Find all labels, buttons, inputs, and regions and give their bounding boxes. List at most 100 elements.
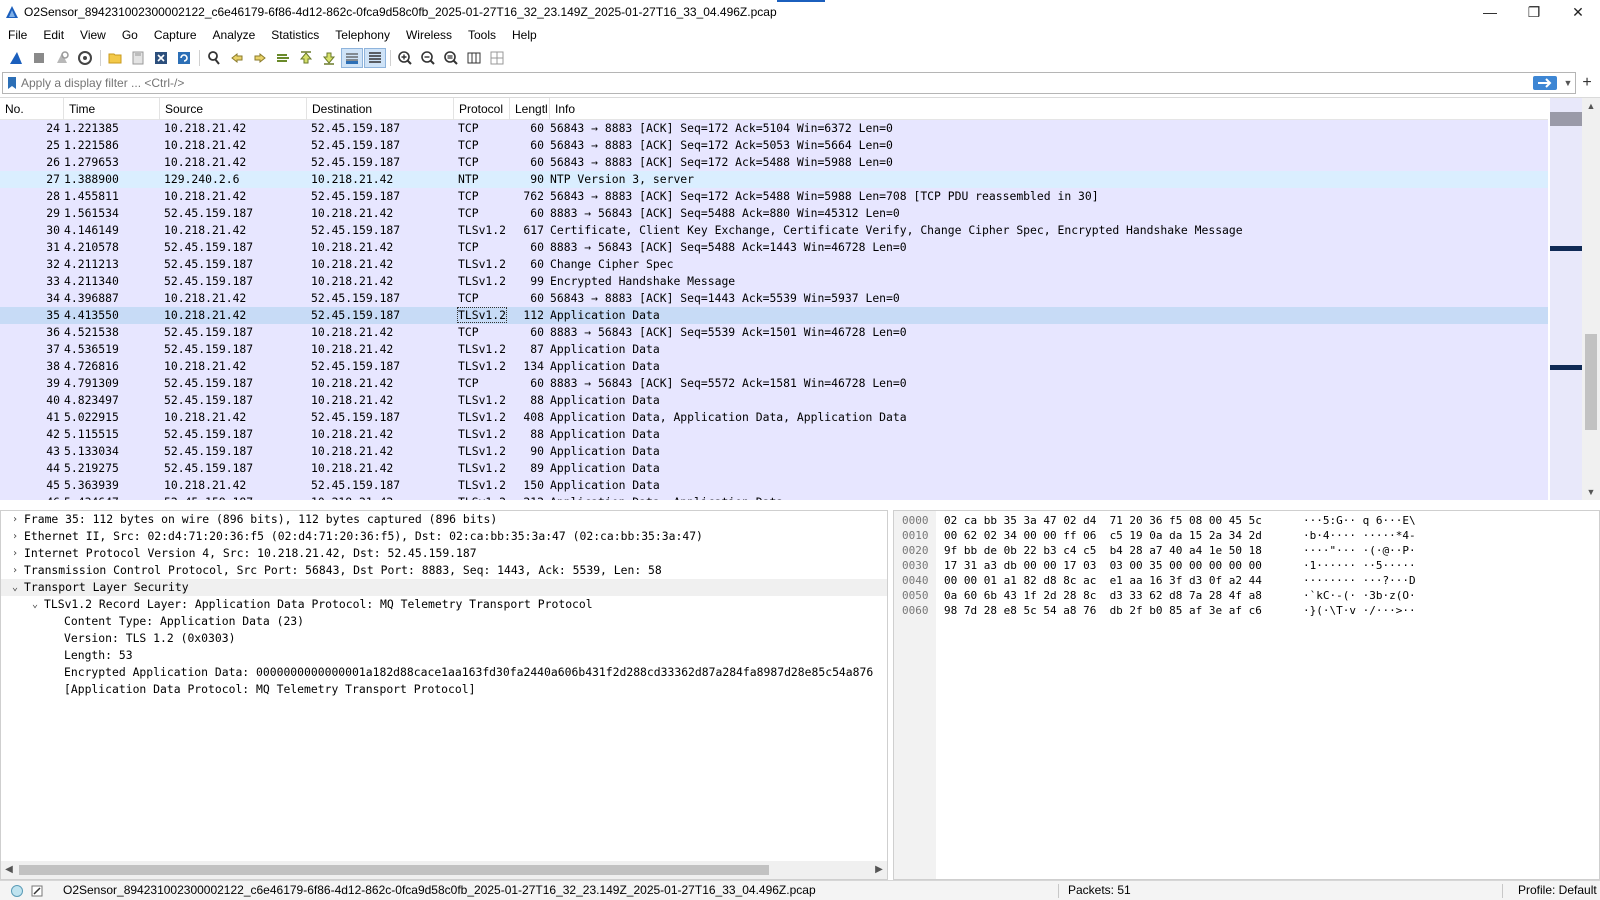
packet-row[interactable]: 33 4.211340 52.45.159.187 10.218.21.42 TLSv1… xyxy=(0,273,1548,290)
go-forward-icon[interactable] xyxy=(249,48,271,68)
menu-go[interactable]: Go xyxy=(114,24,146,46)
packet-row[interactable]: 45 5.363939 10.218.21.42 52.45.159.187 TLSv1… xyxy=(0,477,1548,494)
packet-row[interactable]: 44 5.219275 52.45.159.187 10.218.21.42 TLSv1… xyxy=(0,460,1548,477)
packet-list-scrollbar[interactable]: ▲ ▼ xyxy=(1582,98,1600,500)
packet-row[interactable]: 25 1.221586 10.218.21.42 52.45.159.187 TCP 60… xyxy=(0,137,1548,154)
column-header-destination[interactable]: Destination xyxy=(307,98,454,120)
packet-row[interactable]: 29 1.561534 52.45.159.187 10.218.21.42 TCP 60… xyxy=(0,205,1548,222)
menu-tools[interactable]: Tools xyxy=(460,24,504,46)
menu-help[interactable]: Help xyxy=(504,24,545,46)
add-filter-button[interactable]: + xyxy=(1576,74,1598,92)
save-file-icon[interactable] xyxy=(127,48,149,68)
bytes-hex[interactable]: 00 62 02 34 00 00 ff 06 c5 19 0a da 15 2… xyxy=(944,528,1262,543)
details-tree-row[interactable]: ⌄ TLSv1.2 Record Layer: Application Data … xyxy=(1,596,887,613)
menu-telephony[interactable]: Telephony xyxy=(327,24,398,46)
menu-capture[interactable]: Capture xyxy=(146,24,205,46)
open-file-icon[interactable] xyxy=(104,48,126,68)
menu-file[interactable]: File xyxy=(0,24,35,46)
packet-minimap[interactable] xyxy=(1550,98,1582,500)
close-button[interactable]: ✕ xyxy=(1556,0,1600,24)
go-back-icon[interactable] xyxy=(226,48,248,68)
column-header-time[interactable]: Time xyxy=(64,98,160,120)
restore-button[interactable]: ❐ xyxy=(1512,0,1556,24)
bytes-hex[interactable]: 9f bb de 0b 22 b3 c4 c5 b4 28 a7 40 a4 1… xyxy=(944,543,1262,558)
filter-history-chevron-down-icon[interactable]: ▼ xyxy=(1561,78,1575,88)
bytes-hex[interactable]: 02 ca bb 35 3a 47 02 d4 71 20 36 f5 08 0… xyxy=(944,513,1262,528)
scroll-up-chevron-icon[interactable]: ▲ xyxy=(1582,98,1600,114)
packet-row[interactable]: 28 1.455811 10.218.21.42 52.45.159.187 TCP 76… xyxy=(0,188,1548,205)
menu-edit[interactable]: Edit xyxy=(35,24,72,46)
normal-size-icon[interactable] xyxy=(440,48,462,68)
column-header-protocol[interactable]: Protocol xyxy=(454,98,510,120)
packet-row[interactable]: 465.43464752.45.159.18710.218.21.42 TLSv1… xyxy=(0,494,1548,500)
bytes-ascii[interactable]: ···5:G·· q 6···E\ xyxy=(1303,513,1416,528)
close-file-icon[interactable] xyxy=(150,48,172,68)
packet-row[interactable]: 41 5.022915 10.218.21.42 52.45.159.187 TLSv1… xyxy=(0,409,1548,426)
details-horizontal-scrollbar[interactable]: ◀ ▶ xyxy=(1,861,887,879)
details-tree-row[interactable]: [Application Data Protocol: MQ Telemetry… xyxy=(1,681,887,698)
expand-chevron-right-icon[interactable]: › xyxy=(9,511,21,528)
packet-row[interactable]: 27 1.388900 129.240.2.6 10.218.21.42 NTP 90 NT… xyxy=(0,171,1548,188)
details-tree-row[interactable]: › Internet Protocol Version 4, Src: 10.21… xyxy=(1,545,887,562)
edit-comment-icon[interactable] xyxy=(30,884,44,898)
last-packet-icon[interactable] xyxy=(318,48,340,68)
details-tree-row[interactable]: Version: TLS 1.2 (0x0303) xyxy=(1,630,887,647)
resize-columns-icon[interactable] xyxy=(463,48,485,68)
details-tree-row[interactable]: › Transmission Control Protocol, Src Port… xyxy=(1,562,887,579)
details-tree-row[interactable]: Content Type: Application Data (23) xyxy=(1,613,887,630)
restart-capture-icon[interactable] xyxy=(51,48,73,68)
bytes-ascii[interactable]: ·b·4···· ·····*4- xyxy=(1303,528,1416,543)
first-packet-icon[interactable] xyxy=(295,48,317,68)
reload-file-icon[interactable] xyxy=(173,48,195,68)
details-tree-row[interactable]: Length: 53 xyxy=(1,647,887,664)
layout-icon[interactable] xyxy=(486,48,508,68)
packet-row[interactable]: 34 4.396887 10.218.21.42 52.45.159.187 TCP 60… xyxy=(0,290,1548,307)
expand-chevron-right-icon[interactable]: › xyxy=(9,545,21,562)
expand-chevron-right-icon[interactable]: › xyxy=(9,562,21,579)
packet-row[interactable]: 37 4.536519 52.45.159.187 10.218.21.42 TLSv1… xyxy=(0,341,1548,358)
stop-capture-icon[interactable] xyxy=(28,48,50,68)
zoom-in-icon[interactable] xyxy=(394,48,416,68)
scroll-right-chevron-icon[interactable]: ▶ xyxy=(871,861,887,879)
collapse-chevron-down-icon[interactable]: ⌄ xyxy=(29,596,41,613)
details-tree-row[interactable]: Encrypted Application Data: 000000000000… xyxy=(1,664,887,681)
display-filter-input[interactable] xyxy=(21,74,1533,92)
shark-fin-start-icon[interactable] xyxy=(5,48,27,68)
packet-row[interactable]: 38 4.726816 10.218.21.42 52.45.159.187 TLSv1… xyxy=(0,358,1548,375)
bytes-ascii[interactable]: ········ ···?···D xyxy=(1303,573,1416,588)
status-profile[interactable]: Profile: Default xyxy=(1518,883,1597,897)
find-packet-icon[interactable] xyxy=(203,48,225,68)
colorize-icon[interactable] xyxy=(364,48,386,68)
packet-row[interactable]: 31 4.210578 52.45.159.187 10.218.21.42 TCP 60… xyxy=(0,239,1548,256)
packet-row[interactable]: 32 4.211213 52.45.159.187 10.218.21.42 TLSv1… xyxy=(0,256,1548,273)
scrollbar-thumb[interactable] xyxy=(1585,334,1597,430)
menu-wireless[interactable]: Wireless xyxy=(398,24,460,46)
expand-chevron-right-icon[interactable]: › xyxy=(9,528,21,545)
menu-analyze[interactable]: Analyze xyxy=(205,24,264,46)
scroll-left-chevron-icon[interactable]: ◀ xyxy=(1,861,17,879)
scroll-down-chevron-icon[interactable]: ▼ xyxy=(1582,484,1600,500)
bytes-hex[interactable]: 17 31 a3 db 00 00 17 03 03 00 35 00 00 0… xyxy=(944,558,1262,573)
packet-row[interactable]: 39 4.791309 52.45.159.187 10.218.21.42 TCP 60… xyxy=(0,375,1548,392)
packet-row[interactable]: 24 1.221385 10.218.21.42 52.45.159.187 TCP 60… xyxy=(0,120,1548,137)
column-header-length[interactable]: Lengtl xyxy=(510,98,550,120)
bytes-hex[interactable]: 0a 60 6b 43 1f 2d 28 8c d3 33 62 d8 7a 2… xyxy=(944,588,1262,603)
packet-row[interactable]: 26 1.279653 10.218.21.42 52.45.159.187 TCP 60… xyxy=(0,154,1548,171)
details-tree-row[interactable]: › Frame 35: 112 bytes on wire (896 bits),… xyxy=(1,511,887,528)
packet-row[interactable]: 43 5.133034 52.45.159.187 10.218.21.42 TLSv1… xyxy=(0,443,1548,460)
packet-row[interactable]: 42 5.115515 52.45.159.187 10.218.21.42 TLSv1… xyxy=(0,426,1548,443)
column-header-source[interactable]: Source xyxy=(160,98,307,120)
details-tree-row[interactable]: › Ethernet II, Src: 02:d4:71:20:36:f5 (02… xyxy=(1,528,887,545)
auto-scroll-icon[interactable] xyxy=(341,48,363,68)
scrollbar-thumb[interactable] xyxy=(19,865,769,875)
bytes-ascii[interactable]: ·`kC·-(· ·3b·z(O· xyxy=(1303,588,1416,603)
packet-row[interactable]: 40 4.823497 52.45.159.187 10.218.21.42 TLSv1… xyxy=(0,392,1548,409)
packet-row[interactable]: 35 4.413550 10.218.21.42 52.45.159.187 TLSv1… xyxy=(0,307,1548,324)
bytes-ascii[interactable]: ·1······ ··5····· xyxy=(1303,558,1416,573)
zoom-out-icon[interactable] xyxy=(417,48,439,68)
column-header-info[interactable]: Info xyxy=(550,98,1548,120)
menu-view[interactable]: View xyxy=(72,24,114,46)
bytes-ascii[interactable]: ·}(·\T·v ·/···>·· xyxy=(1303,603,1416,618)
packet-row[interactable]: 30 4.146149 10.218.21.42 52.45.159.187 TLSv1… xyxy=(0,222,1548,239)
packet-row[interactable]: 36 4.521538 52.45.159.187 10.218.21.42 TCP 60… xyxy=(0,324,1548,341)
